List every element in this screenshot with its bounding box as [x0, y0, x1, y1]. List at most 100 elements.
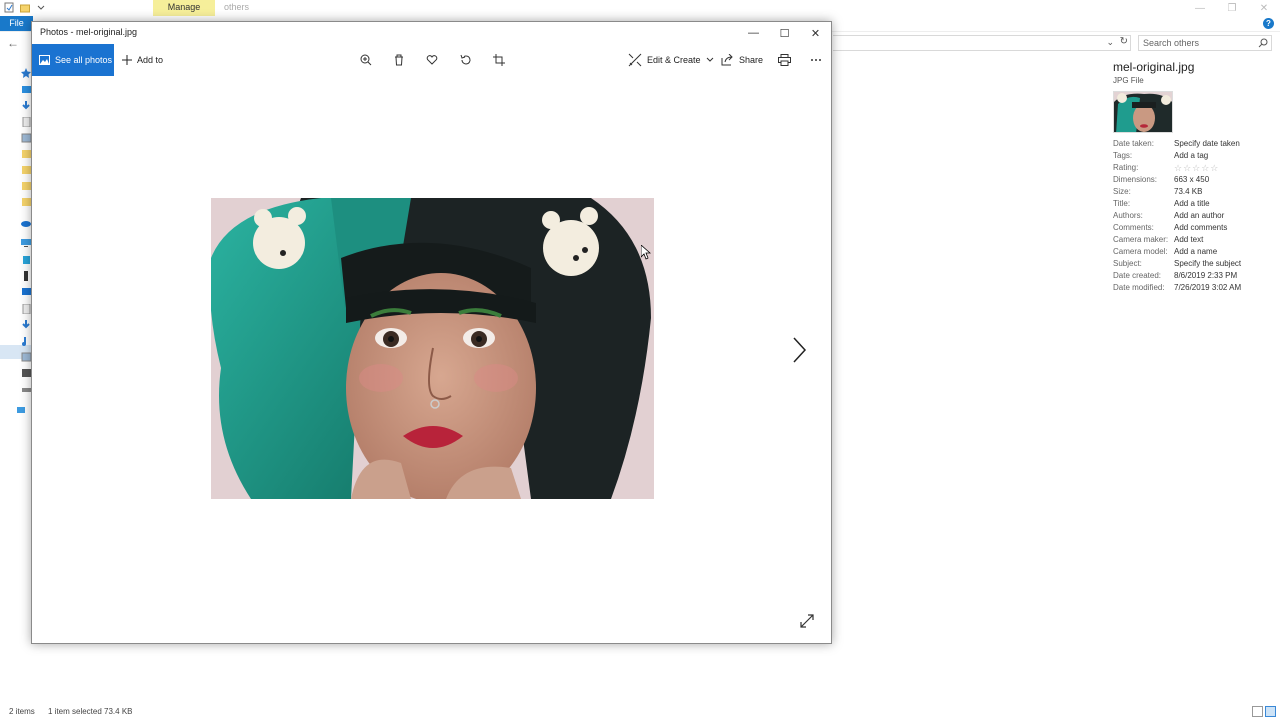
- details-thumbnail: [1113, 91, 1173, 133]
- large-icons-view-icon[interactable]: [1265, 706, 1276, 717]
- portrait-image: [211, 198, 654, 499]
- add-to-button[interactable]: Add to: [122, 44, 163, 76]
- rating-stars[interactable]: ☆☆☆☆☆: [1174, 162, 1219, 174]
- details-property-row: Date taken: Specify date taken: [1113, 138, 1280, 150]
- search-placeholder: Search others: [1143, 38, 1200, 48]
- print-button[interactable]: [776, 52, 792, 68]
- details-property-value[interactable]: Add comments: [1174, 222, 1227, 234]
- back-arrow-icon[interactable]: ←: [7, 36, 19, 50]
- crop-icon: [493, 54, 505, 66]
- details-property-row: Date created: 8/6/2019 2:33 PM: [1113, 270, 1280, 282]
- share-label: Share: [739, 55, 764, 65]
- quick-access-toolbar: [4, 2, 46, 13]
- explorer-minimize-button[interactable]: —: [1184, 0, 1216, 16]
- favorite-button[interactable]: [424, 52, 440, 68]
- refresh-icon[interactable]: ↻: [1120, 36, 1128, 47]
- details-property-value[interactable]: 7/26/2019 3:02 AM: [1174, 282, 1241, 294]
- delete-icon: [395, 54, 403, 66]
- photos-window-title: Photos - mel-original.jpg: [40, 27, 138, 37]
- view-toggle: [1252, 706, 1276, 717]
- status-selection: 1 item selected 73.4 KB: [48, 707, 133, 716]
- details-property-value[interactable]: Add a tag: [1174, 150, 1208, 162]
- photos-window-controls: — ☐ ✕: [738, 22, 831, 44]
- address-bar[interactable]: ⌄ ↻: [833, 35, 1131, 51]
- see-all-photos-button[interactable]: See all photos: [32, 44, 114, 76]
- zoom-icon: [360, 54, 372, 66]
- details-property-value[interactable]: Specify the subject: [1174, 258, 1241, 270]
- photos-icon: [39, 55, 50, 65]
- more-icon: [811, 59, 821, 61]
- details-property-key: Subject:: [1113, 259, 1142, 268]
- details-property-row: Comments: Add comments: [1113, 222, 1280, 234]
- explorer-window-controls: — ❐ ✕: [1184, 0, 1280, 16]
- explorer-window-title: others: [224, 2, 250, 12]
- search-input[interactable]: Search others: [1138, 35, 1272, 51]
- details-pane: mel-original.jpg JPG File Date taken: Spe…: [1113, 60, 1280, 294]
- details-property-key: Date created:: [1113, 271, 1162, 280]
- main-photo[interactable]: [211, 198, 654, 499]
- details-property-key: Dimensions:: [1113, 175, 1158, 184]
- details-property-row: Subject: Specify the subject: [1113, 258, 1280, 270]
- details-property-value[interactable]: Add text: [1174, 234, 1203, 246]
- photos-close-button[interactable]: ✕: [800, 22, 831, 44]
- details-view-icon[interactable]: [1252, 706, 1263, 717]
- rotate-button[interactable]: [458, 52, 474, 68]
- share-icon: [721, 54, 733, 66]
- edit-create-button[interactable]: Edit & Create: [628, 44, 714, 76]
- new-folder-icon[interactable]: [20, 2, 30, 13]
- details-property-value[interactable]: Add a title: [1174, 198, 1210, 210]
- fullscreen-icon[interactable]: [799, 613, 815, 629]
- add-to-label: Add to: [137, 55, 164, 65]
- details-property-value[interactable]: Add an author: [1174, 210, 1224, 222]
- print-icon: [777, 54, 791, 66]
- photos-titlebar: Photos - mel-original.jpg — ☐ ✕: [32, 22, 831, 44]
- photos-minimize-button[interactable]: —: [738, 22, 769, 44]
- properties-icon[interactable]: [4, 2, 14, 13]
- rotate-icon: [460, 54, 471, 65]
- file-tab[interactable]: File: [0, 16, 33, 31]
- see-all-photos-label: See all photos: [55, 55, 113, 65]
- customize-toolbar-icon[interactable]: [36, 2, 46, 13]
- details-property-row: Tags: Add a tag: [1113, 150, 1280, 162]
- explorer-maximize-button[interactable]: ❐: [1216, 0, 1248, 16]
- crop-button[interactable]: [491, 52, 507, 68]
- help-icon[interactable]: ?: [1263, 18, 1274, 29]
- explorer-close-button[interactable]: ✕: [1248, 0, 1280, 16]
- details-property-value[interactable]: Specify date taken: [1174, 138, 1240, 150]
- details-property-row: Title: Add a title: [1113, 198, 1280, 210]
- details-property-key: Rating:: [1113, 163, 1139, 172]
- details-property-key: Size:: [1113, 187, 1131, 196]
- details-property-row: Camera maker: Add text: [1113, 234, 1280, 246]
- details-property-row: Rating: ☆☆☆☆☆: [1113, 162, 1280, 174]
- more-button[interactable]: [808, 52, 824, 68]
- edit-create-label: Edit & Create: [647, 55, 701, 65]
- details-property-row: Date modified: 7/26/2019 3:02 AM: [1113, 282, 1280, 294]
- thumbnail-image: [1114, 92, 1172, 132]
- chevron-down-icon: [706, 57, 713, 62]
- details-property-value[interactable]: 663 x 450: [1174, 174, 1209, 186]
- details-property-key: Date taken:: [1113, 139, 1154, 148]
- zoom-button[interactable]: [358, 52, 374, 68]
- manage-tab[interactable]: Manage: [153, 0, 215, 16]
- chevron-down-icon[interactable]: ⌄: [1106, 37, 1114, 48]
- details-property-key: Title:: [1113, 199, 1131, 208]
- favorite-icon: [426, 55, 438, 65]
- details-property-key: Comments:: [1113, 223, 1154, 232]
- details-property-row: Dimensions: 663 x 450: [1113, 174, 1280, 186]
- details-property-row: Authors: Add an author: [1113, 210, 1280, 222]
- details-property-row: Size: 73.4 KB: [1113, 186, 1280, 198]
- details-property-key: Authors:: [1113, 211, 1143, 220]
- network-icon[interactable]: [16, 405, 28, 415]
- details-property-key: Camera maker:: [1113, 235, 1169, 244]
- explorer-titlebar: Manage others — ❐ ✕: [0, 0, 1280, 16]
- details-property-row: Camera model: Add a name: [1113, 246, 1280, 258]
- details-property-value[interactable]: Add a name: [1174, 246, 1217, 258]
- details-file-type: JPG File: [1113, 76, 1144, 85]
- details-property-value[interactable]: 73.4 KB: [1174, 186, 1202, 198]
- mouse-cursor-icon: [641, 245, 651, 260]
- details-property-value[interactable]: 8/6/2019 2:33 PM: [1174, 270, 1237, 282]
- share-button[interactable]: Share: [721, 44, 763, 76]
- next-photo-arrow-icon[interactable]: [789, 335, 809, 365]
- delete-button[interactable]: [391, 52, 407, 68]
- photos-maximize-button[interactable]: ☐: [769, 22, 800, 44]
